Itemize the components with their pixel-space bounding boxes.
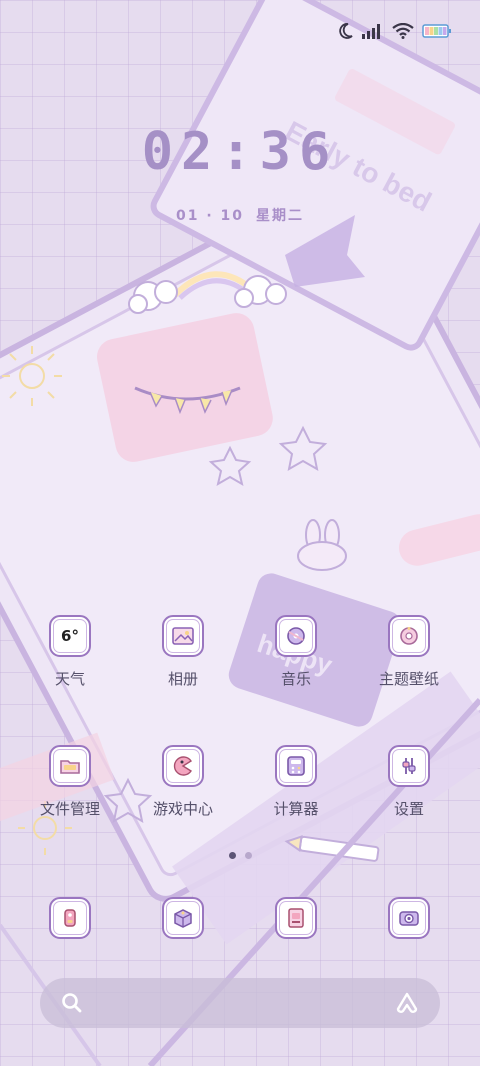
app-calculator[interactable]: 计算器 <box>241 745 351 819</box>
battery-icon <box>422 24 452 38</box>
search-bar[interactable] <box>40 978 440 1028</box>
browser-icon <box>275 897 317 939</box>
dock-messages[interactable] <box>128 897 238 939</box>
app-label: 相册 <box>167 670 198 688</box>
dock-browser[interactable] <box>241 897 351 939</box>
music-icon <box>275 615 317 657</box>
lock-clock-time: 02:36 <box>141 122 339 182</box>
weekday-text: 星期二 <box>256 208 305 224</box>
app-weather[interactable]: 6° 天气 <box>15 615 125 689</box>
app-label: 文件管理 <box>39 800 100 818</box>
dock-camera[interactable] <box>354 897 464 939</box>
settings-icon <box>388 745 430 787</box>
page-indicator <box>0 852 480 859</box>
page-dot[interactable] <box>244 852 252 859</box>
search-icon[interactable] <box>60 991 84 1019</box>
date-text: 01 · 10 <box>175 208 245 224</box>
app-settings[interactable]: 设置 <box>354 745 464 819</box>
wifi-icon <box>392 23 414 39</box>
app-label: 计算器 <box>273 800 319 818</box>
status-bar <box>336 18 452 44</box>
files-icon <box>49 745 91 787</box>
app-label: 设置 <box>393 800 424 818</box>
app-label: 音乐 <box>280 670 311 688</box>
app-label: 主题壁纸 <box>378 670 439 688</box>
theme-icon <box>388 615 430 657</box>
game-icon <box>162 745 204 787</box>
app-files[interactable]: 文件管理 <box>15 745 125 819</box>
messages-icon <box>162 897 204 939</box>
weather-icon: 6° <box>49 615 91 657</box>
lock-clock-date: 01 · 10 星期二 <box>0 205 480 225</box>
weather-badge: 6° <box>61 627 79 645</box>
phone-icon <box>49 897 91 939</box>
calculator-icon <box>275 745 317 787</box>
dock-phone[interactable] <box>15 897 125 939</box>
app-theme[interactable]: 主题壁纸 <box>354 615 464 689</box>
app-game-center[interactable]: 游戏中心 <box>128 745 238 819</box>
page-dot[interactable] <box>228 852 236 859</box>
app-music[interactable]: 音乐 <box>241 615 351 689</box>
app-gallery[interactable]: 相册 <box>128 615 238 689</box>
app-label: 游戏中心 <box>152 800 213 818</box>
signal-icon <box>362 23 384 39</box>
moon-icon <box>336 22 354 40</box>
app-label: 天气 <box>54 670 85 688</box>
camera-icon <box>388 897 430 939</box>
gallery-icon <box>162 615 204 657</box>
assistant-icon[interactable] <box>394 991 420 1019</box>
